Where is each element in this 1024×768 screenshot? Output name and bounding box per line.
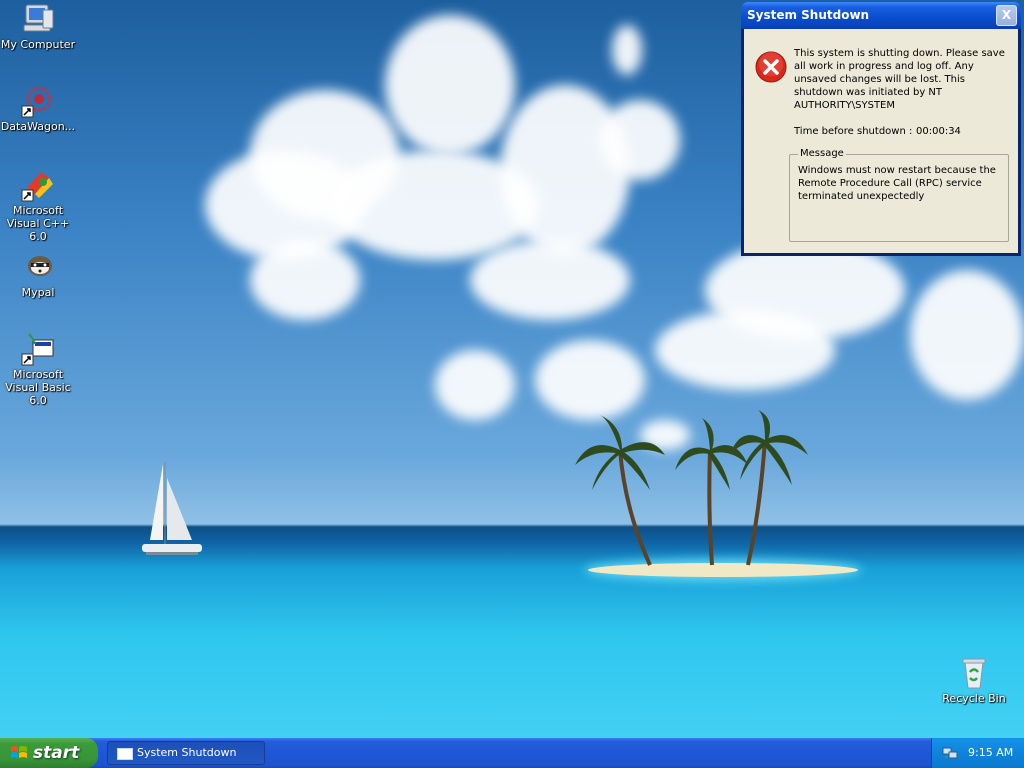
desktop-icon-label: Microsoft Visual Basic 6.0 <box>5 368 71 407</box>
dialog-body: This system is shutting down. Please sav… <box>744 29 1018 253</box>
desktop-icon-label: Recycle Bin <box>942 692 1006 705</box>
close-icon: X <box>1001 8 1012 22</box>
visual-basic-icon <box>21 333 54 366</box>
taskbar-button-system-shutdown[interactable]: System Shutdown <box>107 741 265 765</box>
window-icon <box>117 748 133 760</box>
dialog-title: System Shutdown <box>747 8 870 22</box>
visual-cpp-icon <box>21 172 53 202</box>
mypal-icon <box>28 256 52 276</box>
windows-flag-icon <box>11 746 27 758</box>
desktop-icon-recycle-bin[interactable]: Recycle Bin <box>936 656 1012 705</box>
system-shutdown-dialog: System Shutdown X This system is shuttin… <box>741 2 1021 256</box>
time-before-shutdown-value: 00:00:34 <box>916 126 961 137</box>
recycle-bin-icon <box>962 658 986 689</box>
message-groupbox: Message Windows must now restart because… <box>789 148 1009 242</box>
sailboat-image <box>142 462 202 555</box>
system-tray: 9:15 AM <box>931 738 1024 768</box>
desktop-icon-datawagon[interactable]: DataWagon... <box>0 84 76 133</box>
datawagon-icon <box>21 86 52 118</box>
error-icon <box>755 51 787 83</box>
shutdown-intro-text: This system is shutting down. Please sav… <box>794 48 1005 111</box>
desktop-icon-visual-cpp[interactable]: Microsoft Visual C++ 6.0 <box>0 168 76 243</box>
message-text: Windows must now restart because the Rem… <box>798 165 996 202</box>
taskbar: start System Shutdown 9:15 AM <box>0 738 1024 768</box>
dialog-titlebar[interactable]: System Shutdown X <box>741 2 1021 29</box>
start-label: start <box>33 743 80 763</box>
time-before-shutdown-label: Time before shutdown : <box>794 126 913 137</box>
dialog-close-button[interactable]: X <box>996 5 1017 26</box>
my-computer-icon <box>23 4 54 32</box>
desktop-icon-mypal[interactable]: Mypal <box>0 250 76 299</box>
desktop-background: My Computer DataWagon... Microsoft Visua… <box>0 0 1024 738</box>
desktop-icon-my-computer[interactable]: My Computer <box>0 2 76 51</box>
desktop-icon-label: DataWagon... <box>0 120 76 133</box>
taskbar-button-label: System Shutdown <box>137 746 237 759</box>
desktop-icon-label: Microsoft Visual C++ 6.0 <box>6 204 70 243</box>
clock[interactable]: 9:15 AM <box>968 738 1013 768</box>
network-icon[interactable] <box>942 746 958 760</box>
start-button[interactable]: start <box>0 738 98 768</box>
message-legend: Message <box>798 148 846 159</box>
desktop-icon-label: Mypal <box>21 286 55 299</box>
palm-trees-image <box>575 410 808 566</box>
desktop-icon-visual-basic[interactable]: Microsoft Visual Basic 6.0 <box>0 332 76 407</box>
desktop-icon-label: My Computer <box>0 38 76 51</box>
